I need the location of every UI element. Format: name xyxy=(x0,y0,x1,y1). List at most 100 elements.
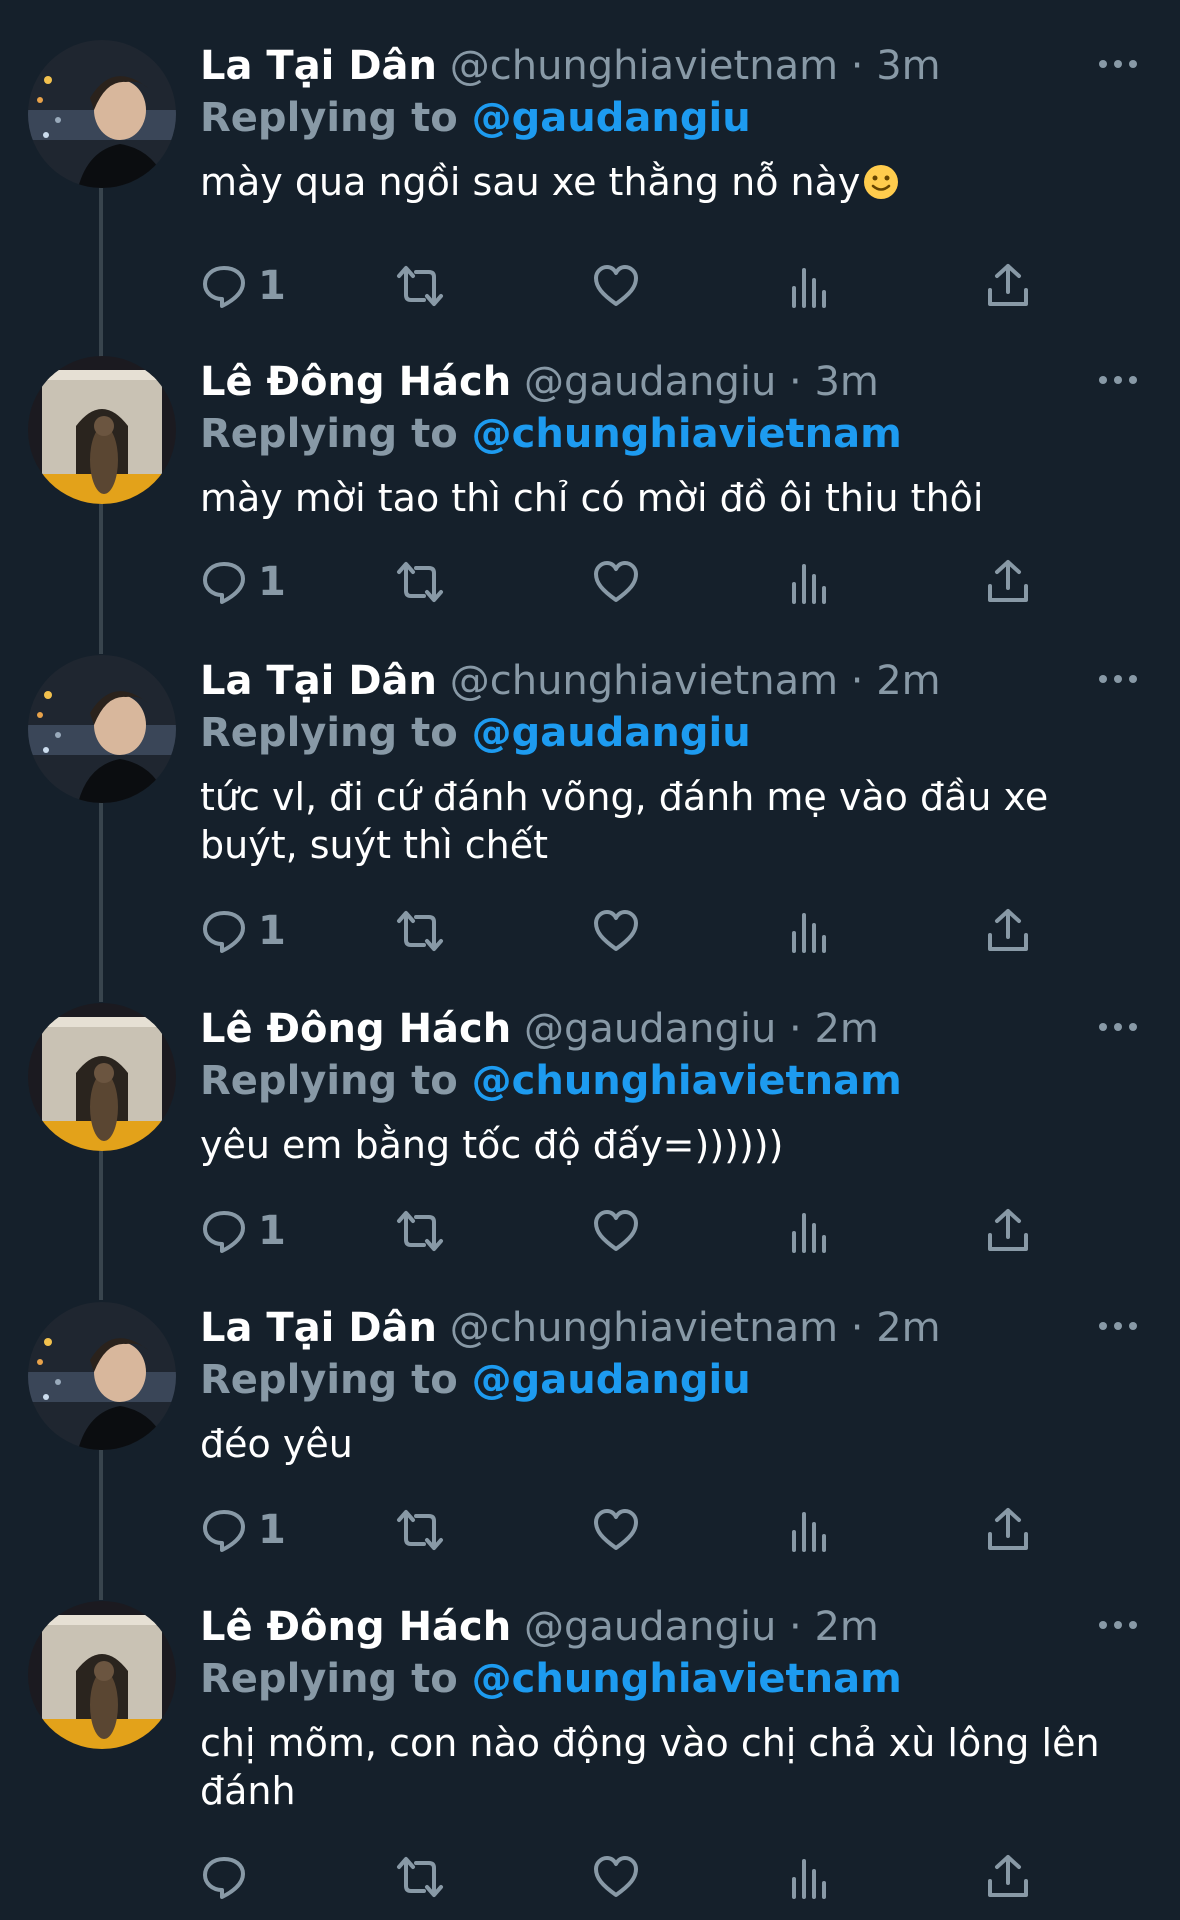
share-button[interactable] xyxy=(984,1205,1032,1257)
share-icon xyxy=(988,1209,1028,1251)
like-button[interactable] xyxy=(592,556,640,608)
mention-link[interactable]: @chunghiavietnam xyxy=(472,1058,902,1104)
reply-button[interactable]: 1 xyxy=(200,260,286,312)
analytics-icon xyxy=(792,913,826,953)
mention-link[interactable]: @chunghiavietnam xyxy=(472,1656,902,1702)
like-button[interactable] xyxy=(592,1205,640,1257)
tweet-actions: 1 xyxy=(200,556,1050,608)
analytics-button[interactable] xyxy=(788,1851,836,1903)
retweet-button[interactable] xyxy=(396,556,444,608)
avatar[interactable] xyxy=(28,356,176,504)
avatar[interactable] xyxy=(28,1003,176,1151)
replying-to-label: Replying to xyxy=(200,411,458,457)
tweet-header: La Tại Dân @chunghiavietnam · 2m xyxy=(200,655,1140,707)
display-name[interactable]: La Tại Dân xyxy=(200,1305,437,1351)
retweet-button[interactable] xyxy=(396,1504,444,1556)
like-button[interactable] xyxy=(592,1851,640,1903)
reply-icon xyxy=(203,1211,245,1253)
timestamp[interactable]: 2m xyxy=(876,1305,940,1351)
share-button[interactable] xyxy=(984,905,1032,957)
tweet-header: La Tại Dân @chunghiavietnam · 3m xyxy=(200,40,1140,92)
retweet-icon xyxy=(397,266,443,306)
user-handle[interactable]: @chunghiavietnam xyxy=(450,1305,838,1351)
tweet-text-content: mày qua ngồi sau xe thằng nỗ này xyxy=(200,160,861,204)
share-button[interactable] xyxy=(984,1851,1032,1903)
like-button[interactable] xyxy=(592,1504,640,1556)
avatar[interactable] xyxy=(28,1302,176,1450)
display-name[interactable]: Lê Đông Hách xyxy=(200,1006,511,1052)
separator-dot: · xyxy=(789,359,802,405)
user-handle[interactable]: @chunghiavietnam xyxy=(450,43,838,89)
mention-link[interactable]: @gaudangiu xyxy=(472,710,751,756)
avatar[interactable] xyxy=(28,40,176,188)
reply-button[interactable]: 1 xyxy=(200,1504,286,1556)
tweet-actions: 1 xyxy=(200,905,1050,957)
retweet-button[interactable] xyxy=(396,905,444,957)
retweet-button[interactable] xyxy=(396,260,444,312)
replying-to-label: Replying to xyxy=(200,710,458,756)
reply-button[interactable] xyxy=(200,1851,258,1903)
thread-line xyxy=(99,1450,103,1600)
mention-link[interactable]: @gaudangiu xyxy=(472,95,751,141)
retweet-icon xyxy=(397,1857,443,1897)
share-button[interactable] xyxy=(984,260,1032,312)
retweet-icon xyxy=(397,911,443,951)
share-button[interactable] xyxy=(984,1504,1032,1556)
reply-button[interactable]: 1 xyxy=(200,1205,286,1257)
like-icon xyxy=(594,1856,638,1897)
reply-icon xyxy=(203,562,245,604)
retweet-button[interactable] xyxy=(396,1205,444,1257)
analytics-button[interactable] xyxy=(788,905,836,957)
like-icon xyxy=(594,1509,638,1550)
avatar[interactable] xyxy=(28,1601,176,1749)
tweet-header: Lê Đông Hách @gaudangiu · 2m xyxy=(200,1003,1140,1055)
display-name[interactable]: La Tại Dân xyxy=(200,43,437,89)
analytics-button[interactable] xyxy=(788,260,836,312)
retweet-button[interactable] xyxy=(396,1851,444,1903)
user-handle[interactable]: @gaudangiu xyxy=(524,1006,776,1052)
share-button[interactable] xyxy=(984,556,1032,608)
analytics-button[interactable] xyxy=(788,556,836,608)
reply-count: 1 xyxy=(258,1208,286,1254)
timestamp[interactable]: 2m xyxy=(814,1604,878,1650)
more-icon[interactable] xyxy=(1096,370,1140,390)
analytics-button[interactable] xyxy=(788,1205,836,1257)
replying-to: Replying to @chunghiavietnam xyxy=(200,1653,1140,1705)
reply-button[interactable]: 1 xyxy=(200,905,286,957)
display-name[interactable]: Lê Đông Hách xyxy=(200,1604,511,1650)
more-icon[interactable] xyxy=(1096,1615,1140,1635)
avatar-image-person xyxy=(28,655,176,803)
replying-to: Replying to @gaudangiu xyxy=(200,1354,1140,1406)
display-name[interactable]: La Tại Dân xyxy=(200,658,437,704)
avatar[interactable] xyxy=(28,655,176,803)
share-icon xyxy=(988,909,1028,951)
analytics-icon xyxy=(792,564,826,604)
timestamp[interactable]: 2m xyxy=(814,1006,878,1052)
timestamp[interactable]: 2m xyxy=(876,658,940,704)
share-icon xyxy=(988,264,1028,306)
more-icon[interactable] xyxy=(1096,669,1140,689)
more-icon[interactable] xyxy=(1096,1316,1140,1336)
user-handle[interactable]: @gaudangiu xyxy=(524,359,776,405)
timestamp[interactable]: 3m xyxy=(876,43,940,89)
user-handle[interactable]: @chunghiavietnam xyxy=(450,658,838,704)
analytics-icon xyxy=(792,1213,826,1253)
like-button[interactable] xyxy=(592,260,640,312)
timestamp[interactable]: 3m xyxy=(814,359,878,405)
analytics-button[interactable] xyxy=(788,1504,836,1556)
share-icon xyxy=(988,1508,1028,1550)
tweet-actions: 1 xyxy=(200,260,1050,312)
like-icon xyxy=(594,561,638,602)
more-icon[interactable] xyxy=(1096,54,1140,74)
mention-link[interactable]: @gaudangiu xyxy=(472,1357,751,1403)
display-name[interactable]: Lê Đông Hách xyxy=(200,359,511,405)
reply-button[interactable]: 1 xyxy=(200,556,286,608)
more-icon[interactable] xyxy=(1096,1017,1140,1037)
replying-to: Replying to @chunghiavietnam xyxy=(200,408,1140,460)
avatar-image-arch xyxy=(28,1601,176,1749)
avatar-image-arch xyxy=(28,1003,176,1151)
like-button[interactable] xyxy=(592,905,640,957)
mention-link[interactable]: @chunghiavietnam xyxy=(472,411,902,457)
avatar-image-person xyxy=(28,1302,176,1450)
user-handle[interactable]: @gaudangiu xyxy=(524,1604,776,1650)
